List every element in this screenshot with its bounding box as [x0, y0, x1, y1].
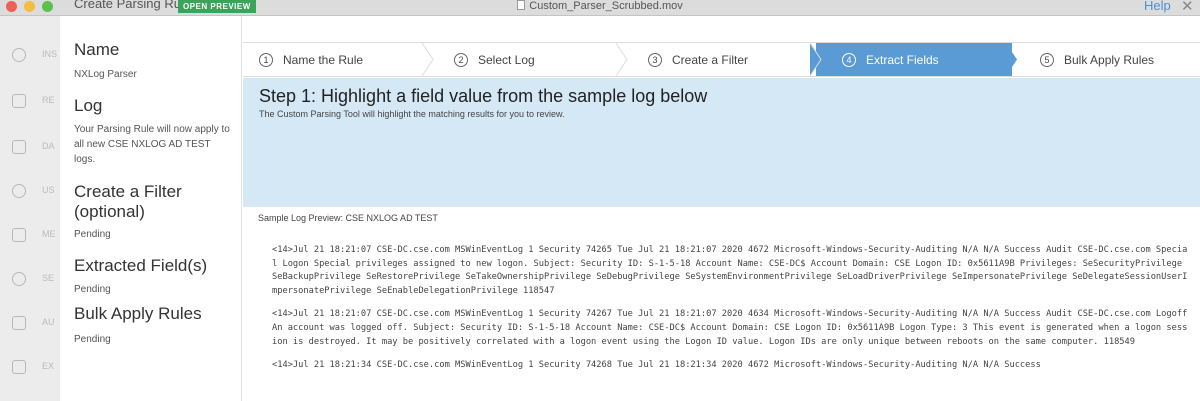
step-number: 1: [259, 52, 273, 67]
report-icon: [12, 94, 26, 108]
rail-label: RE: [42, 95, 55, 105]
fields-heading: Extracted Field(s): [74, 256, 208, 275]
rail-label: AU: [42, 317, 55, 327]
filter-heading: Create a Filter (optional): [74, 182, 182, 221]
app-window: Custom_Parser_Scrubbed.mov Create Parsin…: [0, 0, 1200, 401]
list-icon: [12, 316, 26, 330]
step-number: 4: [842, 52, 856, 67]
rail-label: EX: [42, 361, 55, 371]
sample-log[interactable]: <14>Jul 21 18:21:07 CSE-DC.cse.com MSWin…: [272, 244, 1192, 383]
doc-icon: [12, 48, 26, 62]
rail-item-re[interactable]: RE: [12, 92, 56, 112]
movie-file-icon: [517, 0, 526, 10]
step-name-the-rule[interactable]: 1 Name the Rule: [243, 43, 434, 76]
rail-label: US: [42, 185, 55, 195]
log-heading: Log: [74, 96, 103, 115]
step-number: 3: [648, 52, 662, 67]
log-entry[interactable]: <14>Jul 21 18:21:07 CSE-DC.cse.com MSWin…: [272, 244, 1192, 298]
sample-log-label: Sample Log Preview: CSE NXLOG AD TEST: [258, 213, 438, 223]
monitor-icon: [12, 228, 26, 242]
chevron-right-icon: [810, 43, 822, 76]
rail-item-au[interactable]: AU: [12, 314, 56, 334]
chevron-right-icon: [422, 43, 434, 76]
window-title: Custom_Parser_Scrubbed.mov: [0, 0, 1200, 12]
step-label: Bulk Apply Rules: [1064, 52, 1155, 67]
step-number: 2: [454, 52, 468, 67]
rail-item-ex[interactable]: EX: [12, 358, 56, 378]
chevron-right-icon: [616, 43, 628, 76]
rail-label: DA: [42, 141, 55, 151]
window-title-text: Custom_Parser_Scrubbed.mov: [529, 0, 683, 12]
rule-summary-panel: Name NXLog Parser Log Your Parsing Rule …: [60, 16, 242, 401]
step-bulk-apply-rules[interactable]: 5 Bulk Apply Rules: [1012, 43, 1200, 76]
window-titlebar: Custom_Parser_Scrubbed.mov: [0, 0, 1200, 16]
fields-status: Pending: [74, 284, 111, 295]
bulk-heading: Bulk Apply Rules: [74, 304, 202, 323]
step-label: Select Log: [478, 52, 535, 67]
banner-subtitle: The Custom Parsing Tool will highlight t…: [259, 109, 565, 119]
step-extract-fields[interactable]: 4 Extract Fields: [816, 43, 1017, 76]
user-icon: [12, 184, 26, 198]
bulk-status: Pending: [74, 334, 111, 345]
export-icon: [12, 360, 26, 374]
step-select-log[interactable]: 2 Select Log: [428, 43, 628, 76]
chevron-right-icon: [1006, 43, 1017, 76]
rail-label: INS: [42, 49, 58, 59]
instruction-banner: Step 1: Highlight a field value from the…: [243, 78, 1200, 207]
rail-item-se[interactable]: SE: [12, 270, 56, 290]
rail-label: SE: [42, 273, 55, 283]
name-value: NXLog Parser: [74, 69, 137, 80]
rail-item-ins[interactable]: INS: [12, 46, 58, 66]
rail-item-me[interactable]: ME: [12, 226, 56, 246]
gear-icon: [12, 272, 26, 286]
rail-label: ME: [42, 229, 56, 239]
icon-rail: INS RE DA US ME SE AU EX: [0, 16, 60, 401]
step-label: Name the Rule: [283, 52, 364, 67]
step-label: Create a Filter: [672, 52, 749, 67]
log-description: Your Parsing Rule will now apply to all …: [74, 124, 230, 165]
grid-icon: [12, 140, 26, 154]
rail-item-us[interactable]: US: [12, 182, 56, 202]
step-number: 5: [1040, 52, 1054, 67]
step-label: Extract Fields: [866, 52, 939, 67]
wizard-steps: 1 Name the Rule 2 Select Log 3 Create a …: [243, 42, 1200, 77]
rail-item-da[interactable]: DA: [12, 138, 56, 158]
log-entry[interactable]: <14>Jul 21 18:21:34 CSE-DC.cse.com MSWin…: [272, 359, 1192, 373]
log-entry[interactable]: <14>Jul 21 18:21:07 CSE-DC.cse.com MSWin…: [272, 308, 1192, 349]
step-create-a-filter[interactable]: 3 Create a Filter: [622, 43, 822, 76]
filter-status: Pending: [74, 229, 111, 240]
name-heading: Name: [74, 40, 120, 59]
banner-title: Step 1: Highlight a field value from the…: [259, 86, 708, 106]
